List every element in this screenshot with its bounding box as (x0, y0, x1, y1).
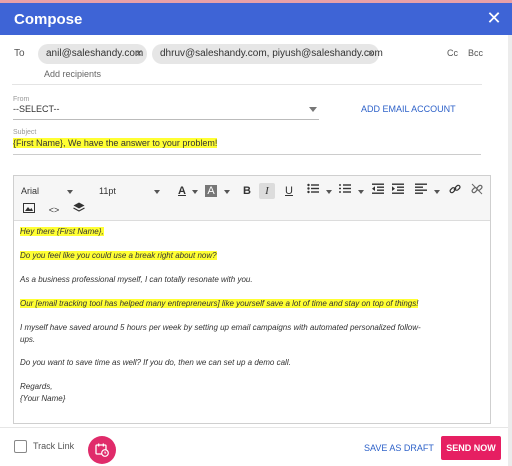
remove-recipient-icon[interactable]: × (136, 44, 142, 64)
highlight-color-icon[interactable]: A (203, 183, 219, 199)
link-icon[interactable] (447, 183, 463, 199)
numbered-list-icon[interactable] (337, 183, 353, 199)
font-family-select[interactable]: Arial (21, 184, 74, 198)
chevron-down-icon (153, 189, 160, 194)
cc-button[interactable]: Cc (447, 48, 458, 58)
body-paragraph: Do you feel like you could use a break r… (20, 251, 217, 260)
body-greeting: Hey there {First Name}, (20, 227, 104, 236)
chevron-down-icon (358, 190, 364, 194)
text-color-icon[interactable]: A (174, 183, 190, 199)
subject-value: {First Name}, We have the answer to your… (13, 138, 218, 148)
body-paragraph: I myself have saved around 5 hours per w… (20, 323, 421, 332)
recipient-chip[interactable]: anil@saleshandy.com × (38, 44, 147, 64)
schedule-icon (95, 443, 109, 457)
schedule-send-button[interactable] (88, 436, 116, 464)
chevron-down-icon (434, 190, 440, 194)
body-paragraph: As a business professional myself, I can… (20, 275, 253, 284)
bcc-button[interactable]: Bcc (468, 48, 483, 58)
scroll-edge (508, 35, 512, 466)
subject-input[interactable]: {First Name}, We have the answer to your… (13, 138, 481, 155)
from-select[interactable]: --SELECT-- (13, 104, 319, 120)
indent-icon[interactable] (390, 183, 406, 199)
compose-title: Compose (14, 11, 83, 28)
font-size-value: 11pt (99, 186, 116, 196)
layers-icon[interactable] (71, 202, 87, 218)
italic-icon[interactable]: I (259, 183, 275, 199)
add-email-account-link[interactable]: ADD EMAIL ACCOUNT (361, 104, 456, 114)
to-label: To (14, 48, 25, 59)
chevron-down-icon (326, 190, 332, 194)
highlight-glyph: A (205, 185, 217, 197)
close-icon[interactable]: ✕ (484, 8, 504, 28)
compose-header: Compose ✕ (0, 3, 512, 35)
from-select-value: --SELECT-- (13, 104, 60, 114)
image-icon[interactable] (21, 202, 37, 218)
recipient-chip-text: dhruv@saleshandy.com, piyush@saleshandy.… (160, 48, 383, 59)
track-link-checkbox[interactable] (14, 440, 27, 453)
save-draft-button[interactable]: SAVE AS DRAFT (364, 443, 434, 453)
outdent-icon[interactable] (370, 183, 386, 199)
code-icon[interactable]: <> (46, 202, 62, 218)
editor-toolbar: Arial 11pt A A B I U <> (14, 176, 490, 221)
remove-recipient-icon[interactable]: × (368, 44, 374, 64)
font-family-value: Arial (21, 186, 40, 196)
recipient-chip-text: anil@saleshandy.com (46, 48, 144, 59)
chevron-down-icon (192, 190, 198, 194)
bullet-list-icon[interactable] (305, 183, 321, 199)
chevron-down-icon (224, 190, 230, 194)
track-link-label: Track Link (33, 441, 75, 451)
align-icon[interactable] (413, 183, 429, 199)
body-paragraph: ups. (20, 335, 36, 344)
email-body[interactable]: Hey there {First Name}, Do you feel like… (14, 222, 490, 423)
bold-icon[interactable]: B (239, 183, 255, 199)
add-recipients-input[interactable]: Add recipients (44, 69, 101, 79)
chevron-down-icon (67, 189, 74, 194)
from-label: From (13, 96, 30, 103)
underline-icon[interactable]: U (281, 183, 297, 199)
body-signoff: Regards, (20, 382, 53, 391)
chevron-down-icon (309, 107, 317, 112)
recipient-chip[interactable]: dhruv@saleshandy.com, piyush@saleshandy.… (152, 44, 383, 64)
unlink-icon[interactable] (469, 183, 485, 199)
body-paragraph: Do you want to save time as well? If you… (20, 358, 291, 367)
font-size-select[interactable]: 11pt (99, 184, 160, 198)
footer-divider (0, 427, 508, 428)
body-paragraph: Our [email tracking tool has helped many… (20, 299, 419, 308)
send-now-button[interactable]: SEND NOW (441, 436, 501, 460)
subject-label: Subject (13, 129, 37, 136)
divider (12, 84, 482, 85)
email-editor[interactable]: Arial 11pt A A B I U <> Hey there {First… (13, 175, 491, 424)
compose-window: Compose ✕ To anil@saleshandy.com × dhruv… (0, 0, 512, 466)
body-signature: {Your Name} (20, 394, 66, 403)
